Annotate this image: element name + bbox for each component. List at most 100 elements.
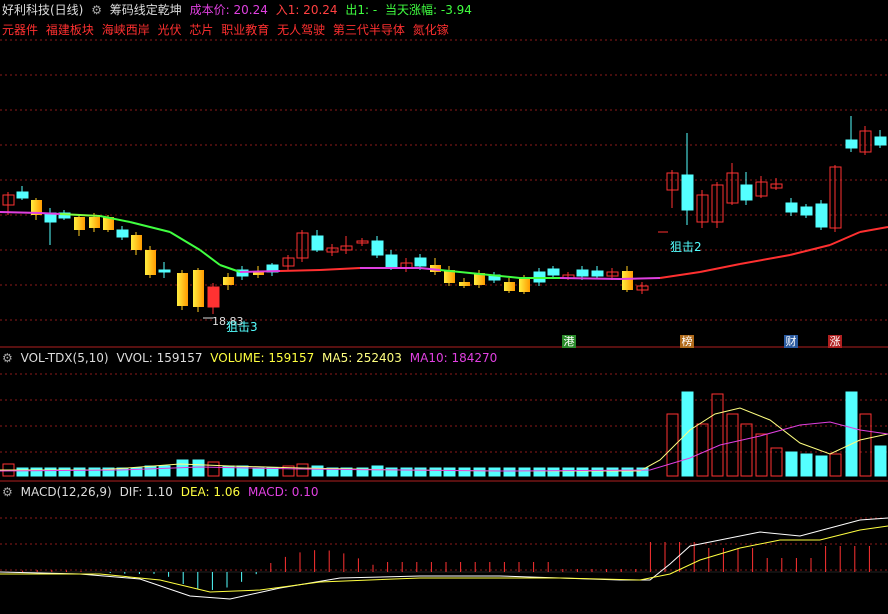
candlestick-panel[interactable] [0,0,888,348]
volume-bar [815,455,828,477]
candle-body [591,270,604,277]
dea-line [0,525,888,593]
volume-bar [711,393,724,477]
cost-line-segment [169,231,201,251]
volume-bar [44,467,57,477]
volume-bar [859,413,872,477]
annotation-sniper3: 狙击3 [226,320,258,334]
cost-line-segment [39,212,61,215]
annotation-sniper2: 狙击2 [670,240,702,254]
cost-line-segment [619,277,661,280]
volume-bar [207,461,220,477]
candle-body [158,269,171,273]
candle-body [145,250,156,275]
cost-line-segment [319,267,361,271]
cost-line-segment [279,269,321,272]
volume-bar [116,467,129,477]
cost-line-segment [199,249,221,266]
volume-bar [266,467,279,477]
candle-body [740,184,753,201]
cost-line-segment [659,271,701,279]
badge-hk[interactable]: 港 [562,335,576,348]
candle-body [845,139,858,149]
volume-bar [458,467,471,477]
cost-line-segment [0,211,41,214]
volume-bar [371,465,384,477]
badge-finance[interactable]: 财 [784,335,798,348]
candle-body [89,217,100,228]
badge-rise[interactable]: 涨 [828,335,842,348]
volume-bar [726,413,739,477]
cost-line-segment [829,231,861,246]
volume-bar [547,467,560,477]
candle-body [116,229,129,238]
volume-bar [666,413,679,477]
volume-bar [443,467,456,477]
volume-bar [58,467,71,477]
candle-body [131,235,142,250]
volume-bar [518,467,531,477]
volume-bar [696,423,709,477]
candle-body [193,270,204,307]
volume-bar [16,467,29,477]
candle-body [177,273,188,306]
volume-bar [606,467,619,477]
candle-body [874,136,887,146]
vol-ma10-line [0,421,888,472]
volume-bar [785,451,798,477]
cost-line-segment [219,264,241,273]
volume-bar [488,467,501,477]
cost-line-segment [739,254,791,265]
volume-panel[interactable] [0,348,888,482]
volume-bar [144,465,157,477]
candle-body [622,271,633,290]
candle-body [459,282,470,286]
volume-bar [562,467,575,477]
volume-bar [621,467,634,477]
volume-bar [681,391,694,477]
candle-body [207,286,220,308]
candle-body [371,240,384,256]
volume-bar [429,467,442,477]
volume-bar [73,467,86,477]
candle-body [681,174,694,211]
volume-bar [755,433,768,477]
volume-bar [845,391,858,477]
volume-bar [800,453,813,477]
volume-bar [311,465,324,477]
candle-body [414,257,427,267]
candle-body [311,235,324,251]
volume-bar [591,467,604,477]
volume-bar [874,445,887,477]
candle-body [815,203,828,228]
candle-body [223,277,234,285]
volume-bar [533,467,546,477]
volume-bar [829,453,842,477]
volume-bar [30,467,43,477]
candle-body [385,254,398,268]
candle-body [16,191,29,199]
candle-body [504,282,515,291]
candle-body [74,217,85,230]
macd-panel[interactable] [0,484,888,614]
badge-list[interactable]: 榜 [680,335,694,348]
volume-bar [400,467,413,477]
candle-body [576,269,589,277]
candle-body [519,278,530,292]
vol-ma5-line [0,407,888,472]
cost-line-segment [559,277,621,280]
volume-bar [473,467,486,477]
volume-bar [192,459,205,477]
cost-line-segment [699,263,741,273]
volume-bar [296,463,309,477]
candle-body [547,268,560,276]
volume-bar [503,467,516,477]
volume-bar [414,467,427,477]
volume-bar [385,467,398,477]
volume-bar [88,467,101,477]
candle-body [800,206,813,216]
volume-bar [740,423,753,477]
cost-line-segment [859,226,888,233]
volume-bar [576,467,589,477]
cost-line-segment [239,270,281,273]
